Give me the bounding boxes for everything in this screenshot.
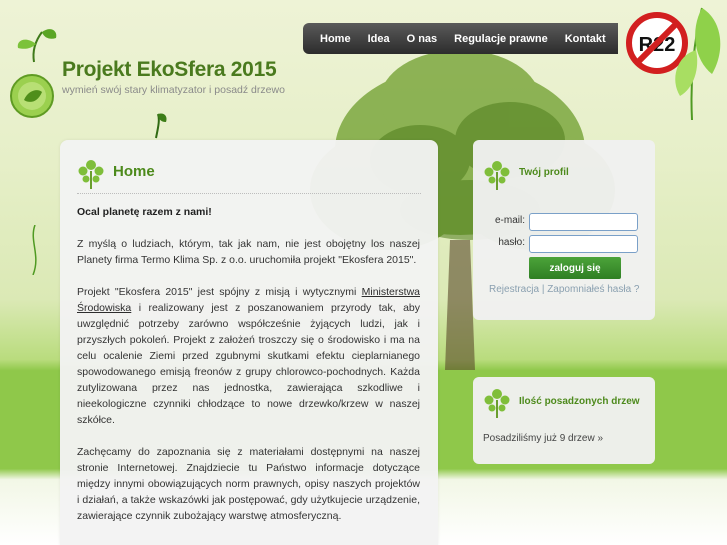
email-field[interactable]: [529, 213, 638, 231]
tree-icon: [78, 160, 104, 189]
nav-kontakt[interactable]: Kontakt: [565, 33, 606, 45]
sprout-decoration-icon: [155, 113, 167, 139]
lead-text: Ocal planetę razem z nami!: [77, 206, 212, 218]
logo-globe-icon: [10, 29, 57, 118]
vine-decoration-icon: [32, 225, 37, 275]
trees-planted-box: Ilość posadzonych drzew Posadziliśmy już…: [473, 377, 655, 464]
nav-idea[interactable]: Idea: [368, 33, 390, 45]
site-logo[interactable]: Projekt EkoSfera 2015 wymień swój stary …: [6, 22, 296, 122]
nav-regulacje-prawne[interactable]: Regulacje prawne: [454, 33, 548, 45]
leaf-decoration-icon: [675, 7, 721, 120]
password-label: hasło:: [498, 237, 525, 248]
account-links: Rejestracja | Zapomniałeś hasła ?: [489, 284, 639, 295]
paragraph-1: Z myślą o ludziach, którym, tak jak nam,…: [77, 238, 420, 266]
links-separator: |: [541, 284, 545, 295]
page-title: Home: [113, 163, 155, 180]
tree-icon: [484, 389, 510, 418]
site-subtitle: wymień swój stary klimatyzator i posadź …: [62, 84, 285, 96]
forgot-password-link[interactable]: Zapomniałeś hasła ?: [547, 284, 639, 295]
divider: [77, 193, 421, 194]
paragraph-2: Projekt "Ekosfera 2015" jest spójny z mi…: [77, 284, 420, 428]
profile-box: Twój profil e-mail: hasło: zaloguj się R…: [473, 140, 655, 320]
article-body: Ocal planetę razem z nami! Z myślą o lud…: [77, 204, 420, 540]
password-field[interactable]: [529, 235, 638, 253]
nav-home[interactable]: Home: [320, 33, 351, 45]
paragraph-2-end: i realizowany jest z poszanowaniem przyr…: [77, 302, 420, 426]
trees-planted-title: Ilość posadzonych drzew: [519, 396, 640, 407]
main-navigation: Home Idea O nas Regulacje prawne Kontakt: [303, 23, 618, 54]
email-label: e-mail:: [494, 215, 525, 226]
nav-o-nas[interactable]: O nas: [407, 33, 438, 45]
register-link[interactable]: Rejestracja: [489, 284, 539, 295]
trees-planted-link[interactable]: Posadziliśmy już 9 drzew »: [483, 433, 603, 444]
main-content-panel: Home Ocal planetę razem z nami! Z myślą …: [60, 140, 438, 545]
paragraph-2-start: Projekt "Ekosfera 2015" jest spójny z mi…: [77, 286, 362, 298]
paragraph-3: Zachęcamy do zapoznania się z materiałam…: [77, 446, 420, 522]
tree-icon: [484, 161, 510, 190]
profile-title: Twój profil: [519, 167, 569, 178]
login-button[interactable]: zaloguj się: [529, 257, 621, 279]
site-title: Projekt EkoSfera 2015: [62, 58, 277, 81]
